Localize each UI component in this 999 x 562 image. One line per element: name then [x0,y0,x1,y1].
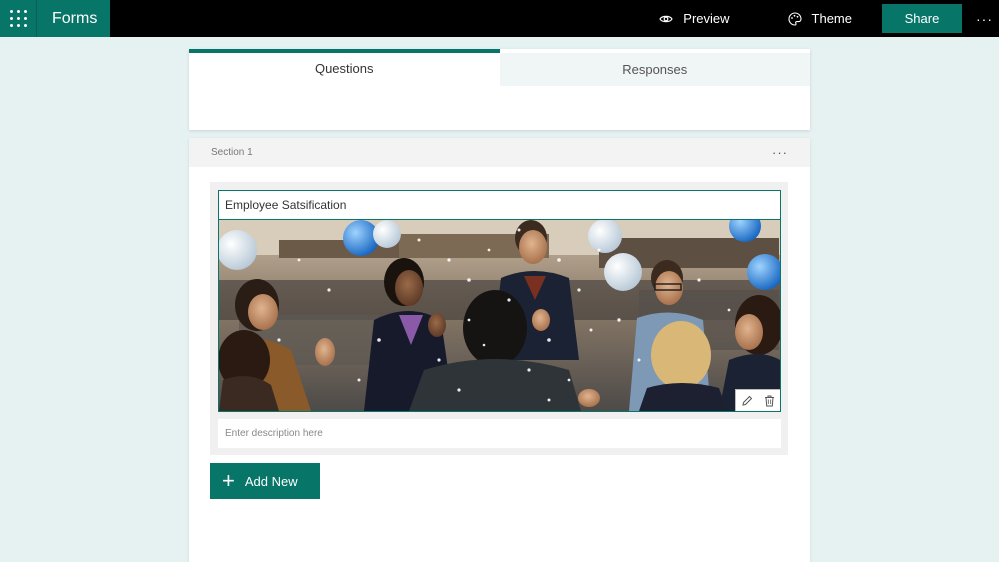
app-launcher-button[interactable] [0,0,37,37]
form-title-input[interactable]: Employee Satsification [218,190,781,219]
trash-icon[interactable] [764,395,775,407]
palette-icon [787,11,802,26]
app-title[interactable]: Forms [37,0,110,37]
banner-image[interactable] [218,219,781,412]
image-tools [735,389,780,411]
theme-button[interactable]: Theme [787,0,852,37]
preview-label: Preview [683,11,730,26]
tabs-card: Questions Responses [189,49,810,130]
top-bar: Forms Preview Theme Share ··· [0,0,999,37]
celebration-photo [219,220,780,411]
tab-responses[interactable]: Responses [499,53,810,86]
pencil-icon[interactable] [741,395,753,407]
more-options-button[interactable]: ··· [970,0,999,37]
plus-icon: + [222,468,235,493]
section-label: Section 1 [211,147,253,158]
preview-button[interactable]: Preview [659,0,730,37]
add-new-label: Add New [244,473,298,489]
theme-label: Theme [811,11,852,26]
waffle-icon [9,10,27,27]
tab-questions[interactable]: Questions [189,49,500,86]
section-header: Section 1 ··· [189,138,810,167]
description-input[interactable]: Enter description here [218,419,781,448]
section-card: Section 1 ··· Employee Satsification Ent… [189,138,810,562]
share-button[interactable]: Share [882,4,962,33]
tab-bar: Questions Responses [189,49,810,86]
add-new-button[interactable]: + Add New [210,463,320,499]
section-more-button[interactable]: ··· [772,145,788,160]
eye-icon [659,15,673,22]
form-header-block: Employee Satsification Enter description… [210,182,788,455]
